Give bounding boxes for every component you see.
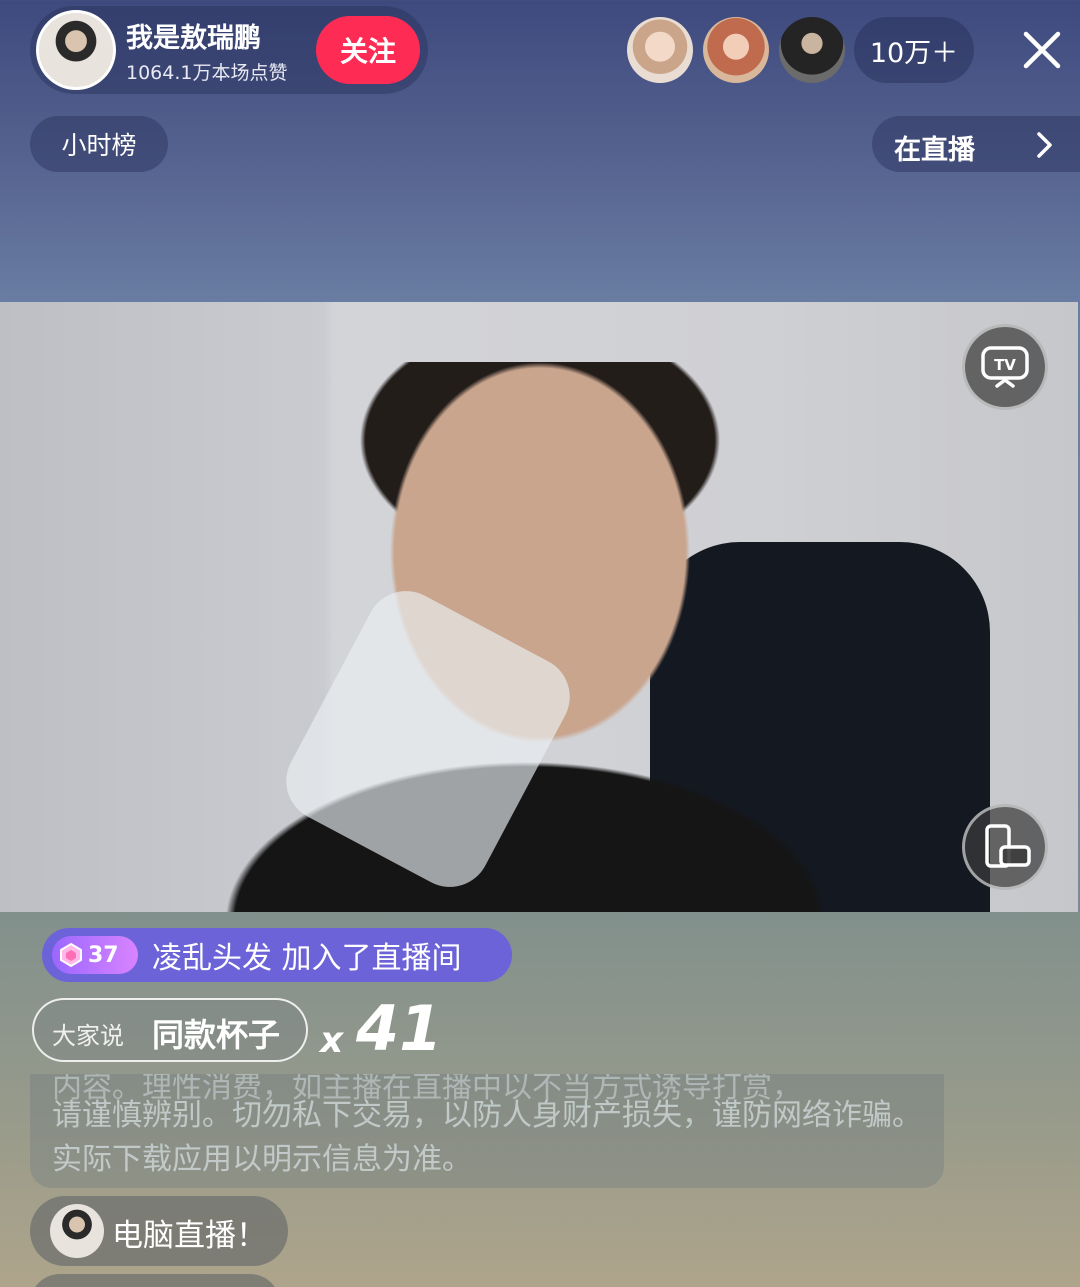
host-name[interactable]: 我是敖瑞鹏	[126, 16, 261, 55]
gem-icon	[60, 942, 82, 968]
join-notification: 37 凌乱头发 加入了直播间	[42, 928, 512, 982]
chevron-right-icon	[1037, 132, 1052, 158]
system-notice-text: 请谨慎辨别。切勿私下交易，以防人身财产损失，谨防网络诈骗。实际下载应用以明示信息…	[52, 1098, 922, 1177]
close-icon[interactable]	[1022, 30, 1062, 70]
live-now-label: 在直播	[894, 135, 975, 166]
viewer-avatar[interactable]	[627, 17, 693, 83]
popular-comment-text: 同款杯子	[152, 1016, 281, 1054]
viewer-avatar[interactable]	[779, 17, 845, 83]
join-text: 凌乱头发 加入了直播间	[152, 941, 462, 976]
hour-rank-button[interactable]: 小时榜	[30, 116, 168, 172]
chat-user-avatar[interactable]	[50, 1204, 104, 1258]
rotate-screen-button[interactable]	[962, 804, 1048, 890]
popular-comment-multiplier: x	[320, 1020, 344, 1061]
popular-comment-label: 大家说	[52, 1022, 124, 1050]
host-likes: 1064.1万本场点赞	[126, 62, 288, 84]
host-avatar[interactable]	[36, 10, 116, 90]
tv-cast-button[interactable]: TV	[962, 324, 1048, 410]
rotate-screen-icon	[985, 824, 1031, 868]
tv-icon-label: TV	[994, 356, 1016, 374]
live-video[interactable]	[0, 302, 1078, 912]
follow-button[interactable]: 关注	[316, 16, 420, 84]
system-notice: 内容。理性消费，如主播在直播中以不当方式诱导打赏， 请谨慎辨别。切勿私下交易，以…	[30, 1074, 944, 1188]
chat-message-text: 电脑直播！	[112, 1218, 267, 1254]
user-level-number: 37	[88, 942, 119, 968]
popular-comment-pill[interactable]: 大家说 同款杯子	[32, 998, 308, 1062]
chat-message[interactable]: 电脑直播！	[30, 1196, 288, 1266]
live-now-button[interactable]: 在直播	[872, 116, 1080, 172]
tv-icon: TV	[981, 346, 1029, 388]
user-level-badge: 37	[52, 936, 138, 974]
viewer-avatar[interactable]	[703, 17, 769, 83]
popular-comment-count: 41	[356, 992, 443, 1065]
viewer-count-button[interactable]: 10万＋	[854, 17, 974, 83]
streamer-placeholder	[180, 362, 900, 912]
chat-message	[30, 1274, 280, 1287]
